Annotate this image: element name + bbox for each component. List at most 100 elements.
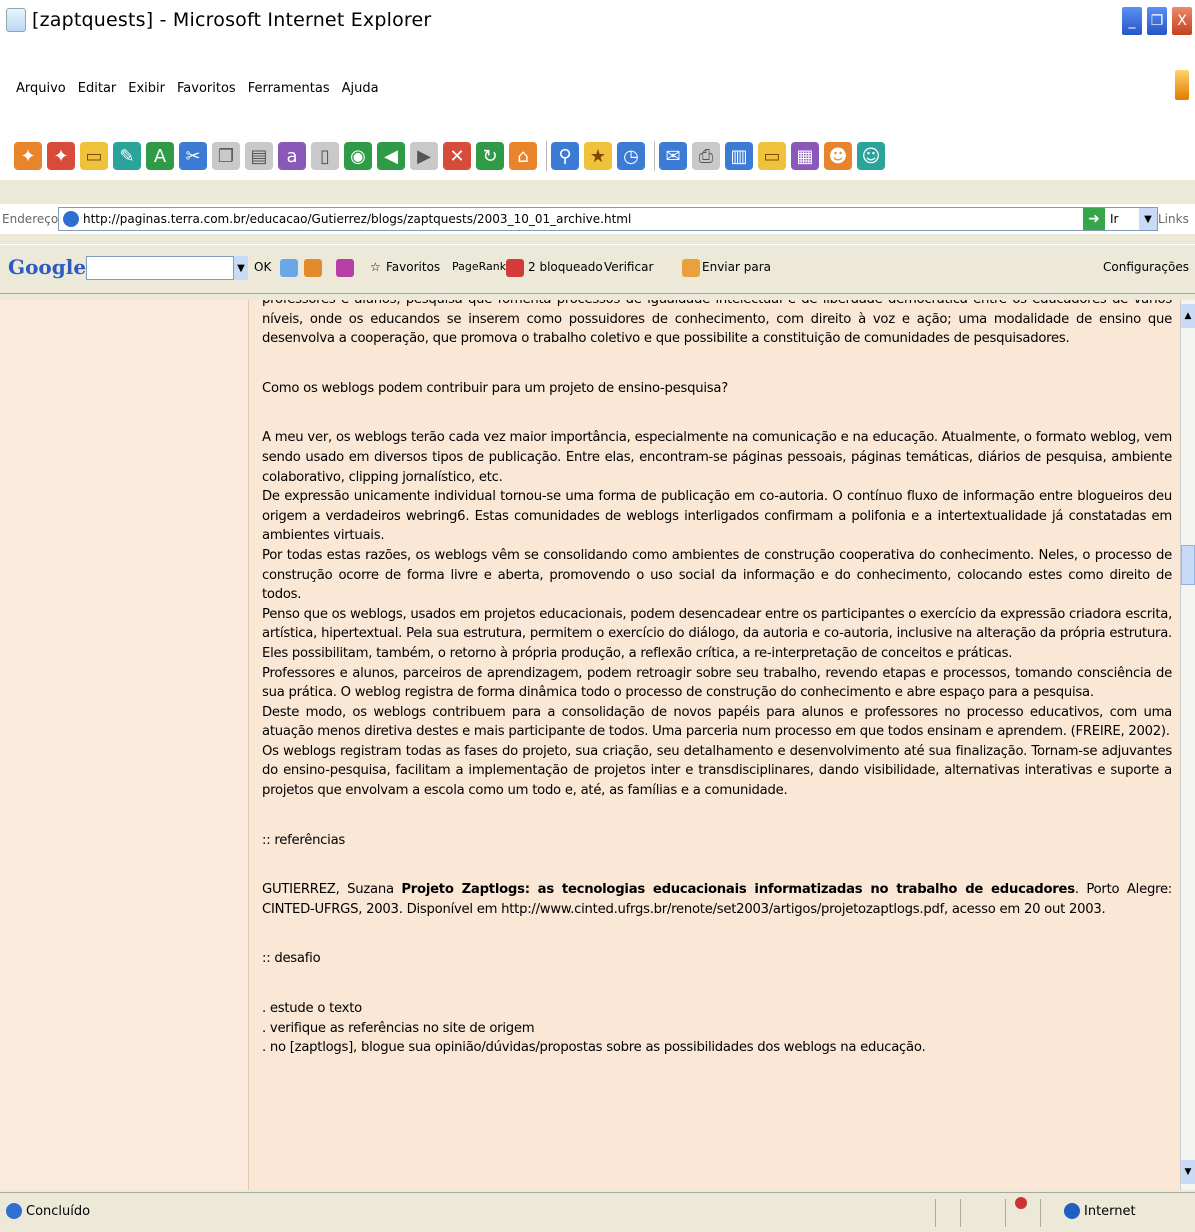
menu-ajuda[interactable]: Ajuda xyxy=(342,81,379,96)
article-paragraph: Por todas estas razões, os weblogs vêm s… xyxy=(262,547,1172,603)
send-icon xyxy=(682,259,700,277)
back-icon[interactable]: ◀ xyxy=(377,142,405,170)
windows-logo-icon xyxy=(1175,70,1189,100)
google-favoritos[interactable]: Favoritos xyxy=(386,260,440,274)
media-icon[interactable]: ◉ xyxy=(344,142,372,170)
menu-bar: Arquivo Editar Exibir Favoritos Ferramen… xyxy=(0,73,1195,103)
document-icon[interactable]: ▯ xyxy=(311,142,339,170)
stop-icon[interactable]: ✕ xyxy=(443,142,471,170)
vertical-scrollbar[interactable]: ▲ ▼ xyxy=(1180,300,1195,1190)
status-divider xyxy=(960,1199,961,1227)
menu-arquivo[interactable]: Arquivo xyxy=(16,81,66,96)
mail-icon[interactable]: ✉ xyxy=(659,142,687,170)
ie-icon xyxy=(6,8,26,32)
google-logo[interactable]: Google xyxy=(8,255,86,279)
folder-icon[interactable]: ▭ xyxy=(758,142,786,170)
title-bar: [zaptquests] - Microsoft Internet Explor… xyxy=(0,0,1195,43)
pagerank-icon[interactable] xyxy=(304,259,322,277)
search-icon[interactable]: ⚲ xyxy=(551,142,579,170)
article-paragraph: Professores e alunos, parceiros de apren… xyxy=(262,665,1172,701)
messenger-icon[interactable]: ☻ xyxy=(824,142,852,170)
address-label: Endereço xyxy=(2,212,59,226)
links-button[interactable]: Links xyxy=(1158,212,1189,226)
menu-ferramentas[interactable]: Ferramentas xyxy=(248,81,330,96)
font-size-icon[interactable]: A xyxy=(146,142,174,170)
highlight-icon[interactable] xyxy=(336,259,354,277)
maximize-button[interactable]: ❐ xyxy=(1146,6,1168,36)
home-icon[interactable]: ⌂ xyxy=(509,142,537,170)
search-web-icon[interactable] xyxy=(280,259,298,277)
go-arrow-icon[interactable]: ➜ xyxy=(1083,208,1105,230)
menu-editar[interactable]: Editar xyxy=(78,81,117,96)
article-body: professores e alunos, pesquisa que fomen… xyxy=(262,300,1172,1058)
scroll-down-icon[interactable]: ▼ xyxy=(1181,1160,1195,1184)
cut-icon[interactable]: ✂ xyxy=(179,142,207,170)
page-icon xyxy=(63,211,79,227)
popup-blocked-icon xyxy=(506,259,524,277)
chevron-down-icon[interactable]: ▼ xyxy=(234,256,248,280)
article-paragraph: De expressão unicamente individual torno… xyxy=(262,489,1172,544)
menu-exibir[interactable]: Exibir xyxy=(128,81,165,96)
address-url[interactable]: http://paginas.terra.com.br/educacao/Gut… xyxy=(83,212,631,226)
reference-entry: GUTIERREZ, Suzana Projeto Zaptlogs: as t… xyxy=(262,880,1172,919)
blocked-icon xyxy=(1015,1197,1027,1209)
users-icon[interactable]: ☺ xyxy=(857,142,885,170)
star-icon[interactable]: ☆ xyxy=(370,260,381,274)
article-paragraph: Os weblogs registram todas as fases do p… xyxy=(262,743,1172,799)
close-button[interactable]: X xyxy=(1171,6,1193,36)
google-bloqueado[interactable]: 2 bloqueado xyxy=(528,260,603,274)
research-icon[interactable]: ▦ xyxy=(791,142,819,170)
google-enviar[interactable]: Enviar para xyxy=(702,260,771,274)
favorites-icon[interactable]: ★ xyxy=(584,142,612,170)
reference-author: GUTIERREZ, Suzana xyxy=(262,882,402,898)
status-text: Concluído xyxy=(26,1204,91,1219)
edit-icon[interactable]: ✎ xyxy=(113,142,141,170)
google-search-input[interactable] xyxy=(86,256,234,280)
reference-title: Projeto Zaptlogs: as tecnologias educaci… xyxy=(401,882,1075,898)
challenge-heading: :: desafio xyxy=(262,951,321,967)
copy-icon[interactable]: ❐ xyxy=(212,142,240,170)
new-icon[interactable]: ✦ xyxy=(14,142,42,170)
paste-icon[interactable]: ▤ xyxy=(245,142,273,170)
article-paragraph: Deste modo, os weblogs contribuem para a… xyxy=(262,704,1172,740)
address-bar: Endereço http://paginas.terra.com.br/edu… xyxy=(0,204,1195,234)
go-button[interactable]: Ir xyxy=(1110,212,1118,226)
google-verificar[interactable]: Verificar xyxy=(604,260,653,274)
address-input[interactable]: http://paginas.terra.com.br/educacao/Gut… xyxy=(58,207,1158,231)
toolbar-separator xyxy=(654,141,655,171)
article-paragraph: A meu ver, os weblogs terão cada vez mai… xyxy=(262,430,1172,485)
delete-icon[interactable]: ✦ xyxy=(47,142,75,170)
toolbar-separator xyxy=(546,141,547,171)
ie-window: [zaptquests] - Microsoft Internet Explor… xyxy=(0,0,1195,1232)
google-pagerank[interactable]: PageRank xyxy=(452,260,506,273)
edit-page-icon[interactable]: ▥ xyxy=(725,142,753,170)
article-paragraph: Penso que os weblogs, usados em projetos… xyxy=(262,606,1173,661)
scroll-up-icon[interactable]: ▲ xyxy=(1181,304,1195,328)
status-bar: Concluído Internet xyxy=(0,1192,1195,1232)
print-icon[interactable]: ⎙ xyxy=(692,142,720,170)
chevron-down-icon[interactable]: ▼ xyxy=(1139,208,1157,230)
task-item: . estude o texto xyxy=(262,1001,362,1017)
google-configuracoes[interactable]: Configurações xyxy=(1103,260,1189,274)
open-folder-icon[interactable]: ▭ xyxy=(80,142,108,170)
article-paragraph: professores e alunos, pesquisa que fomen… xyxy=(262,300,1172,347)
article-question: Como os weblogs podem contribuir para um… xyxy=(262,380,728,396)
google-toolbar: Google ▼ OK ☆ Favoritos PageRank 2 bloqu… xyxy=(0,244,1195,294)
task-item: . verifique as referências no site de or… xyxy=(262,1020,535,1036)
left-sidebar xyxy=(0,300,249,1190)
spell-icon[interactable]: a xyxy=(278,142,306,170)
task-item: . no [zaptlogs], blogue sua opinião/dúvi… xyxy=(262,1040,926,1056)
page-done-icon xyxy=(6,1203,22,1219)
google-ok-button[interactable]: OK xyxy=(254,260,271,274)
minimize-button[interactable]: _ xyxy=(1121,6,1143,36)
page-content: professores e alunos, pesquisa que fomen… xyxy=(0,300,1180,1190)
references-heading: :: referências xyxy=(262,832,346,848)
history-icon[interactable]: ◷ xyxy=(617,142,645,170)
menu-favoritos[interactable]: Favoritos xyxy=(177,81,236,96)
status-divider xyxy=(1005,1199,1006,1227)
refresh-icon[interactable]: ↻ xyxy=(476,142,504,170)
globe-icon xyxy=(1064,1203,1080,1219)
forward-icon[interactable]: ▶ xyxy=(410,142,438,170)
status-divider xyxy=(1040,1199,1041,1227)
scroll-thumb[interactable] xyxy=(1181,545,1195,585)
